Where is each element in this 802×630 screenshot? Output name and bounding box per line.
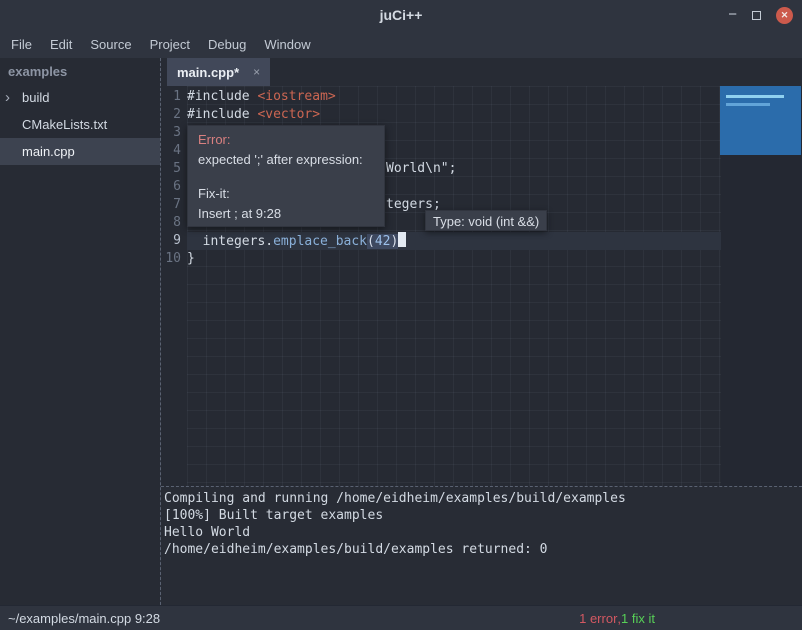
tab-label: main.cpp* [177,65,239,80]
code-token: 42 [375,234,391,249]
code-line-10[interactable]: } [187,250,721,268]
fixit-tooltip-title: Fix-it: [198,184,374,204]
terminal-line: /home/eidheim/examples/build/examples re… [164,541,802,558]
line-number-active: 9 [161,232,187,250]
file-tree-sidebar: examples › build CMakeLists.txt main.cpp [0,58,160,605]
terminal-output[interactable]: Compiling and running /home/eidheim/exam… [161,486,802,605]
chevron-right-icon[interactable]: › [5,90,22,105]
project-name-header: examples [0,58,160,84]
code-token: ) [391,234,399,249]
restore-icon[interactable] [752,11,761,20]
error-count: 1 error [579,611,617,626]
line-number: 1 [161,88,187,106]
line-number: 8 [161,214,187,232]
line-number: 10 [161,250,187,268]
tooltip-spacer [198,170,374,184]
main-area: examples › build CMakeLists.txt main.cpp… [0,58,802,605]
minimap-line [726,95,784,98]
window-controls: − ✕ [728,0,793,30]
line-number: 6 [161,178,187,196]
code-editor: 1 2 3 4 5 6 7 8 9 10 #include <iostream>… [161,86,802,486]
code-token: ( [367,234,375,249]
error-tooltip-message: expected ';' after expression: [198,150,374,170]
menu-debug[interactable]: Debug [199,30,255,58]
code-token: <iostream> [257,89,335,104]
code-token: <vector> [257,107,320,122]
code-token: } [187,251,195,266]
code-token: integers. [187,234,273,249]
editor-pane: main.cpp* × 1 2 3 4 5 6 7 8 9 10 #includ… [160,58,802,605]
type-tooltip: Type: void (int &&) [425,210,547,231]
code-token: emplace_back [273,234,367,249]
code-token: World\n"; [386,161,456,176]
line-number-gutter: 1 2 3 4 5 6 7 8 9 10 [161,86,187,486]
line-number: 5 [161,160,187,178]
tab-close-icon[interactable]: × [253,65,260,79]
menubar: File Edit Source Project Debug Window [0,30,802,58]
tree-item-label: build [22,90,49,105]
tree-item-cmakelists[interactable]: CMakeLists.txt [0,111,160,138]
code-token: #include [187,89,257,104]
code-line-2[interactable]: #include <vector> [187,106,721,124]
fixit-count: 1 fix it [621,611,655,626]
code-token: #include [187,107,257,122]
text-cursor [398,232,406,247]
terminal-line: Compiling and running /home/eidheim/exam… [164,490,802,507]
code-line-1[interactable]: #include <iostream> [187,88,721,106]
terminal-line: Hello World [164,524,802,541]
terminal-line: [100%] Built target examples [164,507,802,524]
line-number: 2 [161,106,187,124]
error-tooltip-title: Error: [198,130,374,150]
tree-item-build[interactable]: › build [0,84,160,111]
minimize-button[interactable]: − [728,10,737,20]
statusbar: ~/examples/main.cpp 9:28 1 error , 1 fix… [0,605,802,630]
menu-file[interactable]: File [2,30,41,58]
minimap-panel [720,86,801,155]
tree-item-maincpp[interactable]: main.cpp [0,138,160,165]
tree-item-label: CMakeLists.txt [22,117,107,132]
titlebar: juCi++ − ✕ [0,0,802,30]
menu-edit[interactable]: Edit [41,30,81,58]
tab-maincpp[interactable]: main.cpp* × [167,58,270,86]
window-title: juCi++ [0,0,802,30]
tree-item-label: main.cpp [22,144,75,159]
file-location-status: ~/examples/main.cpp 9:28 [0,611,160,626]
line-number: 3 [161,124,187,142]
tabbar: main.cpp* × [161,58,802,86]
close-button[interactable]: ✕ [776,7,793,24]
diagnostics-status: 1 error , 1 fix it [579,606,655,630]
fixit-tooltip-message: Insert ; at 9:28 [198,204,374,224]
close-icon: ✕ [781,10,789,21]
line-number: 4 [161,142,187,160]
menu-project[interactable]: Project [141,30,199,58]
code-line-9-current[interactable]: integers.emplace_back(42) [187,232,721,250]
menu-source[interactable]: Source [81,30,140,58]
line-number: 7 [161,196,187,214]
minimap-line [726,103,770,106]
menu-window[interactable]: Window [255,30,319,58]
error-tooltip: Error: expected ';' after expression: Fi… [187,125,385,227]
